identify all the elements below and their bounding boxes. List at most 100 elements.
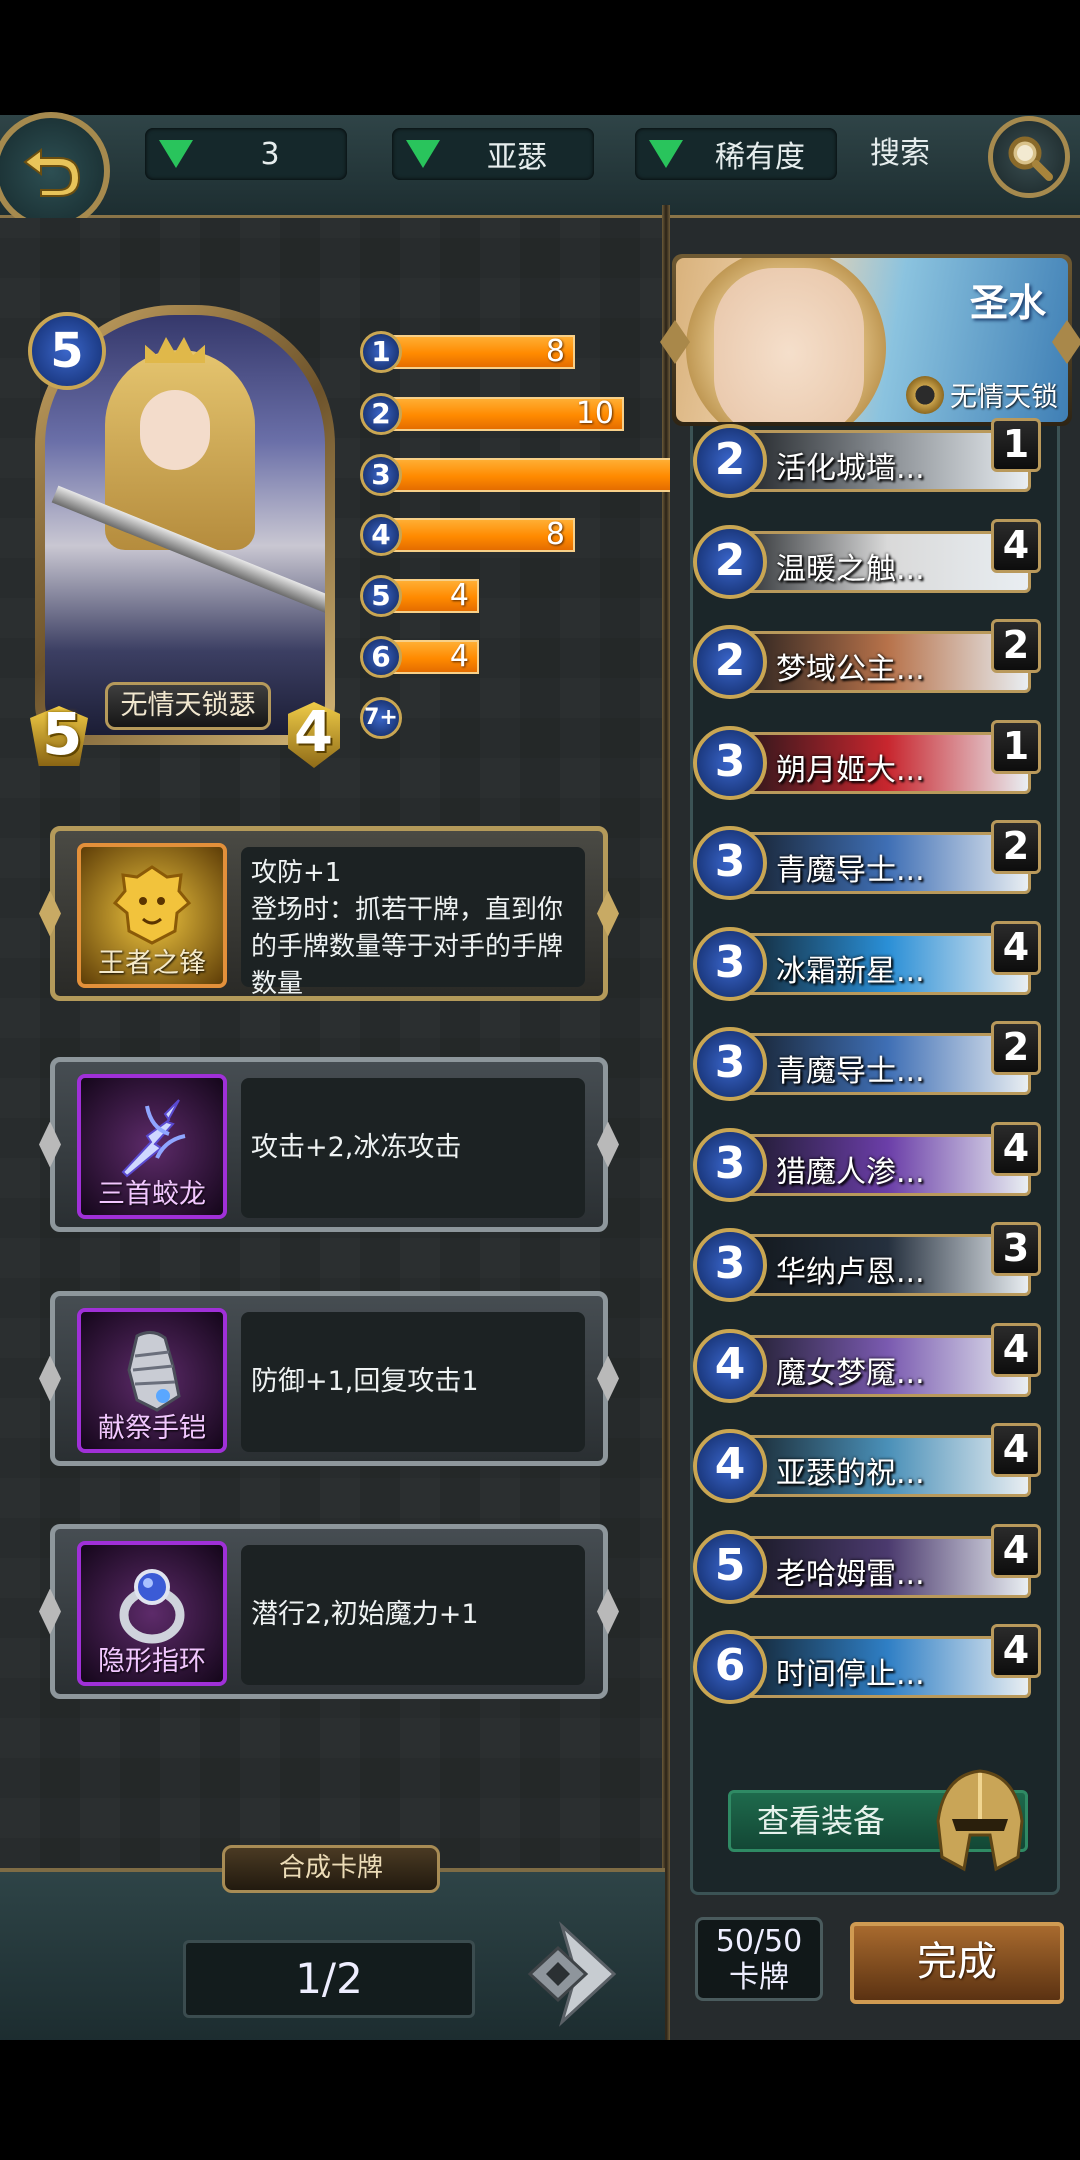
helmet-icon <box>936 1769 1024 1872</box>
equipment-description: 攻击+2,冰冻攻击 <box>241 1078 585 1218</box>
deck-card-count: 4 <box>991 1524 1041 1578</box>
deck-card-name: 青魔导士... <box>776 853 925 888</box>
equipment-slot[interactable]: 隐形指环 潜行2,初始魔力+1 <box>39 1524 619 1699</box>
merge-cards-tab[interactable]: 合成卡牌 <box>222 1845 440 1893</box>
ring-icon <box>119 1569 185 1644</box>
deck-card-name: 朔月姬大... <box>776 753 925 788</box>
magnifier-icon <box>1008 136 1053 181</box>
deck-card-row[interactable]: 青魔导士... 3 2 <box>693 1021 1041 1101</box>
deck-card-name: 猎魔人渗... <box>776 1155 925 1190</box>
deck-card-count: 4 <box>991 1423 1041 1477</box>
deck-hero-name: 无情天锁 <box>950 382 1058 413</box>
gauntlet-icon <box>127 1331 181 1412</box>
deck-card-count: 2 <box>991 619 1041 673</box>
hero-attack-value: 5 <box>42 700 83 768</box>
curve-bar: 8 <box>382 335 575 369</box>
deck-card-cost: 3 <box>693 1228 767 1302</box>
curve-bar: 8 <box>382 518 575 552</box>
deck-card-name: 梦域公主... <box>776 652 925 687</box>
deck-card-name: 活化城墙... <box>776 451 925 486</box>
deck-card-row[interactable]: 青魔导士... 3 2 <box>693 820 1041 900</box>
deck-card-row[interactable]: 冰霜新星... 3 4 <box>693 921 1041 1001</box>
dropdown-triangle-icon <box>649 140 683 168</box>
gear-icon <box>906 375 944 414</box>
hero-health-value: 4 <box>294 700 333 765</box>
cost-filter-dropdown[interactable]: 3 <box>145 128 347 180</box>
dropdown-triangle-icon <box>406 140 440 168</box>
search-label[interactable]: 搜索 <box>870 128 930 180</box>
deck-card-cost: 3 <box>693 726 767 800</box>
next-page-arrow-icon[interactable] <box>522 1920 622 2028</box>
deck-header[interactable]: 圣水 无情天锁 <box>672 254 1072 426</box>
deck-card-name: 亚瑟的祝... <box>776 1456 925 1491</box>
back-arrow-icon <box>23 148 81 197</box>
equipment-icon-frame: 王者之锋 <box>77 843 227 988</box>
equipment-name: 隐形指环 <box>98 1646 206 1677</box>
equipment-name: 三首蛟龙 <box>98 1179 206 1210</box>
deck-card-row[interactable]: 梦域公主... 2 2 <box>693 619 1041 699</box>
navigation-bar-area <box>0 2040 1080 2160</box>
deck-card-cost: 3 <box>693 826 767 900</box>
deck-card-count: 4 <box>991 519 1041 573</box>
deck-card-name: 老哈姆雷... <box>776 1557 925 1592</box>
deck-card-cost: 3 <box>693 927 767 1001</box>
curve-count: 8 <box>545 517 565 552</box>
deck-card-row[interactable]: 魔女梦魇... 4 4 <box>693 1323 1041 1403</box>
deck-card-count: 1 <box>991 418 1041 472</box>
deck-card-row[interactable]: 猎魔人渗... 3 4 <box>693 1122 1041 1202</box>
deck-card-row[interactable]: 华纳卢恩... 3 3 <box>693 1222 1041 1302</box>
curve-cost: 1 <box>360 331 402 373</box>
deck-card-cost: 5 <box>693 1530 767 1604</box>
deck-card-count: 2 <box>991 1021 1041 1075</box>
hero-card-name: 无情天锁瑟 <box>105 682 271 730</box>
deck-count: 50/50 卡牌 <box>695 1917 823 2001</box>
deck-card-cost: 4 <box>693 1329 767 1403</box>
deck-card-row[interactable]: 温暖之触... 2 4 <box>693 519 1041 599</box>
done-button[interactable]: 完成 <box>850 1922 1064 2004</box>
equipment-slot[interactable]: 王者之锋 攻防+1 登场时：抓若干牌，直到你的手牌数量等于对手的手牌数量 <box>39 826 619 1001</box>
curve-cost: 2 <box>360 393 402 435</box>
curve-cost: 5 <box>360 575 402 617</box>
dropdown-triangle-icon <box>159 140 193 168</box>
deck-card-row[interactable]: 老哈姆雷... 5 4 <box>693 1524 1041 1604</box>
deck-card-cost: 4 <box>693 1429 767 1503</box>
deck-hero-label: 无情天锁 <box>906 375 1058 414</box>
deck-card-row[interactable]: 亚瑟的祝... 4 4 <box>693 1423 1041 1503</box>
deck-card-name: 冰霜新星... <box>776 954 925 989</box>
deck-card-count: 3 <box>991 1222 1041 1276</box>
rarity-filter-dropdown[interactable]: 稀有度 <box>635 128 837 180</box>
equipment-slot[interactable]: 献祭手铠 防御+1,回复攻击1 <box>39 1291 619 1466</box>
curve-count: 4 <box>449 578 469 613</box>
deck-card-cost: 3 <box>693 1027 767 1101</box>
deck-card-name: 时间停止... <box>776 1657 925 1692</box>
deck-card-count: 4 <box>991 1323 1041 1377</box>
deck-card-cost: 2 <box>693 424 767 498</box>
equipment-description: 潜行2,初始魔力+1 <box>241 1545 585 1685</box>
curve-bar: 10 <box>382 397 624 431</box>
cost-filter-value: 3 <box>260 136 280 172</box>
deck-card-count: 2 <box>991 820 1041 874</box>
lion-head-icon <box>112 865 192 945</box>
equipment-slot[interactable]: 三首蛟龙 攻击+2,冰冻攻击 <box>39 1057 619 1232</box>
deck-hero-portrait: 圣水 无情天锁 <box>676 258 1068 422</box>
curve-count: 10 <box>575 396 614 431</box>
deck-card-cost: 2 <box>693 625 767 699</box>
deck-card-name: 温暖之触... <box>776 552 925 587</box>
deck-card-row[interactable]: 时间停止... 6 4 <box>693 1624 1041 1704</box>
trident-icon <box>121 1099 186 1178</box>
deck-card-row[interactable]: 活化城墙... 2 1 <box>693 418 1041 498</box>
search-button[interactable] <box>988 116 1070 198</box>
deck-card-count: 4 <box>991 921 1041 975</box>
page-indicator: 1/2 <box>183 1940 475 2018</box>
equipment-icon-frame: 献祭手铠 <box>77 1308 227 1453</box>
curve-cost: 7+ <box>360 697 402 739</box>
deck-card-row[interactable]: 朔月姬大... 3 1 <box>693 720 1041 800</box>
deck-card-cost: 2 <box>693 525 767 599</box>
deck-card-count: 1 <box>991 720 1041 774</box>
deck-card-cost: 6 <box>693 1630 767 1704</box>
deck-card-cost: 3 <box>693 1128 767 1202</box>
deck-card-name: 魔女梦魇... <box>776 1356 925 1391</box>
equipment-name: 王者之锋 <box>98 948 206 979</box>
deck-count-label: 卡牌 <box>729 1960 789 1995</box>
hero-filter-dropdown[interactable]: 亚瑟 <box>392 128 594 180</box>
